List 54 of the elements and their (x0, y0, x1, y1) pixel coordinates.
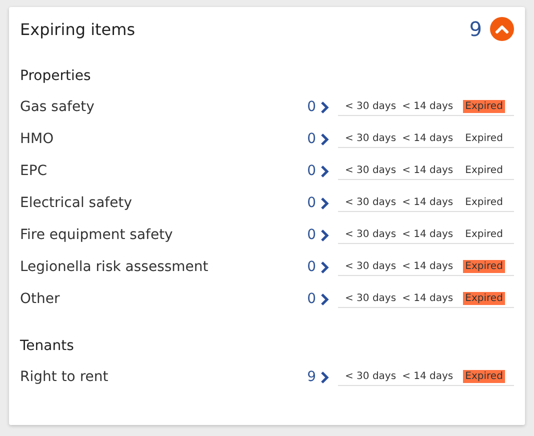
item-count: 0 (307, 259, 316, 275)
status-tag: Expired (463, 132, 505, 145)
chevron-right-icon[interactable] (320, 196, 329, 210)
status-tag: < 30 days (343, 164, 398, 177)
status-tag: Expired (463, 292, 505, 305)
status-tag: < 30 days (343, 132, 398, 145)
item-count: 0 (307, 131, 316, 147)
item-count: 0 (307, 163, 316, 179)
chevron-right-icon[interactable] (320, 260, 329, 274)
chevron-right-icon[interactable] (320, 132, 329, 146)
collapse-button[interactable] (490, 17, 514, 41)
status-tag: < 30 days (343, 196, 398, 209)
status-tag: Expired (463, 164, 505, 177)
total-count: 9 (469, 17, 482, 41)
status-tag: < 14 days (400, 164, 456, 177)
status-tag: Expired (463, 228, 505, 241)
status-tag: < 14 days (400, 132, 456, 145)
item-label: Fire equipment safety (20, 227, 174, 243)
chevron-right-icon[interactable] (320, 164, 329, 178)
status-tag: < 14 days (400, 228, 456, 241)
chevron-right-icon[interactable] (320, 100, 329, 114)
item-count: 0 (307, 291, 316, 307)
section-heading: Properties (20, 67, 92, 86)
status-tag: Expired (463, 260, 505, 273)
chevron-right-icon[interactable] (320, 228, 329, 242)
item-label: HMO (20, 131, 55, 147)
item-label: Electrical safety (20, 195, 133, 211)
status-tag: < 30 days (343, 370, 398, 383)
status-tag: < 30 days (343, 100, 398, 113)
item-label: Other (20, 291, 61, 307)
status-tag: < 30 days (343, 228, 398, 241)
status-tag: < 14 days (400, 196, 456, 209)
panel-title: Expiring items (20, 20, 136, 38)
status-tag: < 14 days (400, 370, 456, 383)
chevron-icon (495, 24, 509, 34)
chevron-right-icon[interactable] (320, 292, 329, 306)
section-heading: Tenants (20, 337, 75, 356)
item-label: Right to rent (20, 369, 110, 385)
status-tag: < 14 days (400, 100, 456, 113)
status-tag: < 30 days (343, 292, 398, 305)
item-count: 0 (307, 227, 316, 243)
item-count: 9 (307, 369, 316, 385)
status-tag: < 30 days (343, 260, 398, 273)
status-tag: < 14 days (400, 260, 456, 273)
status-tag: Expired (463, 370, 505, 383)
item-label: Gas safety (20, 99, 96, 115)
status-tag: Expired (463, 196, 505, 209)
item-label: EPC (20, 163, 48, 179)
status-tag: Expired (463, 100, 505, 113)
status-tag: < 14 days (400, 292, 456, 305)
chevron-right-icon[interactable] (320, 370, 329, 384)
item-label: Legionella risk assessment (20, 259, 210, 275)
item-count: 0 (307, 99, 316, 115)
item-count: 0 (307, 195, 316, 211)
